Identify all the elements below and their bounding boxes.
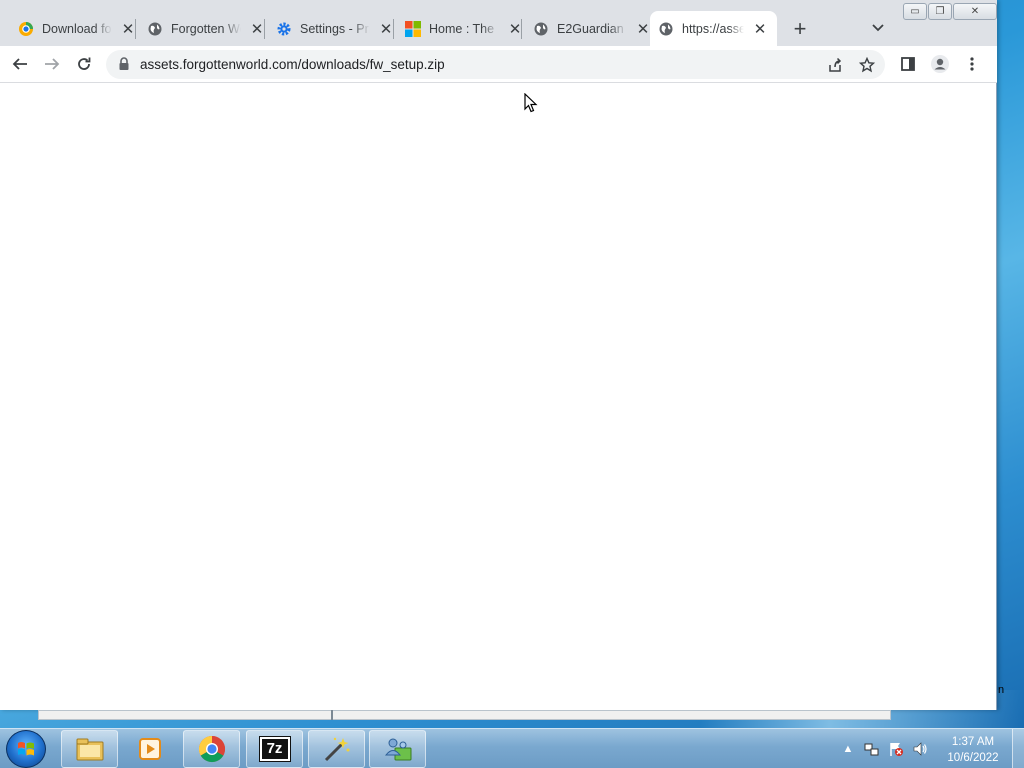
tab-e2guardian[interactable]: E2Guardian ✕: [525, 11, 659, 46]
tab-separator: [264, 19, 265, 39]
close-window-button[interactable]: ✕: [953, 3, 997, 20]
tab-search-chevron-icon[interactable]: [868, 18, 888, 38]
browser-toolbar: assets.forgottenworld.com/downloads/fw_s…: [0, 46, 997, 83]
taskbar: 7z ▲ 1:37 AM 10/6/2022: [0, 728, 1024, 768]
lock-icon[interactable]: [118, 57, 130, 71]
tab-download[interactable]: Download for free ✕: [10, 11, 144, 46]
globe-icon: [658, 21, 674, 37]
browser-window: Download for free ✕ Forgotten World ✕ Se…: [0, 0, 997, 710]
restore-button[interactable]: ❐: [928, 3, 952, 20]
forward-arrow-icon[interactable]: [40, 52, 64, 76]
taskbar-wand-app[interactable]: [308, 730, 365, 768]
network-people-icon: [384, 738, 411, 761]
clock-time: 1:37 AM: [951, 736, 995, 748]
microsoft-icon: [405, 20, 421, 37]
globe-icon: [533, 21, 549, 37]
tab-forgotten-world[interactable]: Forgotten World ✕: [139, 11, 273, 46]
close-tab-icon[interactable]: ✕: [752, 20, 768, 38]
back-arrow-icon[interactable]: [8, 52, 32, 76]
minimize-button[interactable]: ▭: [903, 3, 927, 20]
tab-label: Forgotten World: [171, 21, 241, 36]
tab-separator: [393, 19, 394, 39]
system-tray: ▲: [840, 729, 928, 768]
address-bar[interactable]: assets.forgottenworld.com/downloads/fw_s…: [106, 50, 885, 79]
tab-separator: [135, 19, 136, 39]
tab-label: Home : The: [429, 21, 495, 36]
globe-icon: [147, 21, 163, 37]
taskbar-7zip[interactable]: 7z: [246, 730, 303, 768]
windows-logo-icon: [18, 742, 34, 756]
tab-separator: [521, 19, 522, 39]
gear-icon: [276, 21, 292, 37]
scrollbar-divider: [331, 710, 333, 720]
tab-label: E2Guardian: [557, 21, 624, 36]
show-desktop-button[interactable]: [1012, 729, 1024, 768]
taskbar-media-player[interactable]: [122, 730, 178, 768]
tab-active-download[interactable]: https://assets ✕: [650, 11, 777, 46]
side-panel-icon[interactable]: [896, 52, 920, 76]
bookmark-star-icon[interactable]: [858, 56, 876, 74]
close-tab-icon[interactable]: ✕: [378, 20, 394, 38]
mouse-cursor-icon: [524, 93, 538, 113]
tab-home[interactable]: Home : The ✕: [397, 11, 531, 46]
menu-kebab-icon[interactable]: [960, 52, 984, 76]
volume-icon[interactable]: [912, 741, 928, 757]
desktop-icon-label: n: [998, 684, 1005, 696]
tab-label: Settings - Privacy: [300, 21, 370, 36]
taskbar-file-explorer[interactable]: [61, 730, 118, 768]
tab-label: https://assets: [682, 21, 744, 36]
new-tab-button[interactable]: +: [789, 18, 811, 40]
file-explorer-icon: [76, 738, 103, 761]
clock-date: 10/6/2022: [947, 752, 999, 764]
taskbar-network-app[interactable]: [369, 730, 426, 768]
tray-overflow-arrow-icon[interactable]: ▲: [840, 741, 856, 757]
wand-icon: [324, 737, 349, 762]
share-icon[interactable]: [826, 56, 844, 74]
chrome-icon: [198, 735, 225, 763]
profile-avatar-icon[interactable]: [928, 52, 952, 76]
tab-strip: Download for free ✕ Forgotten World ✕ Se…: [0, 0, 997, 46]
page-content[interactable]: [0, 83, 996, 710]
tab-settings[interactable]: Settings - Privacy ✕: [268, 11, 402, 46]
action-center-flag-icon[interactable]: [888, 741, 904, 757]
background-window-scrollbar: [38, 710, 891, 720]
taskbar-clock[interactable]: 1:37 AM 10/6/2022: [938, 734, 1008, 766]
start-button[interactable]: [6, 730, 46, 768]
tab-label: Download for free: [42, 21, 112, 36]
7zip-icon: 7z: [258, 736, 291, 762]
close-tab-icon[interactable]: ✕: [120, 20, 136, 38]
taskbar-chrome[interactable]: [183, 730, 240, 768]
reload-icon[interactable]: [72, 52, 96, 76]
media-player-icon: [139, 738, 161, 760]
network-icon[interactable]: [864, 741, 880, 757]
close-tab-icon[interactable]: ✕: [249, 20, 265, 38]
url-text[interactable]: assets.forgottenworld.com/downloads/fw_s…: [140, 57, 445, 72]
close-tab-icon[interactable]: ✕: [635, 20, 651, 38]
chrome-canary-icon: [18, 21, 34, 37]
window-controls: ▭ ❐ ✕: [903, 3, 997, 23]
